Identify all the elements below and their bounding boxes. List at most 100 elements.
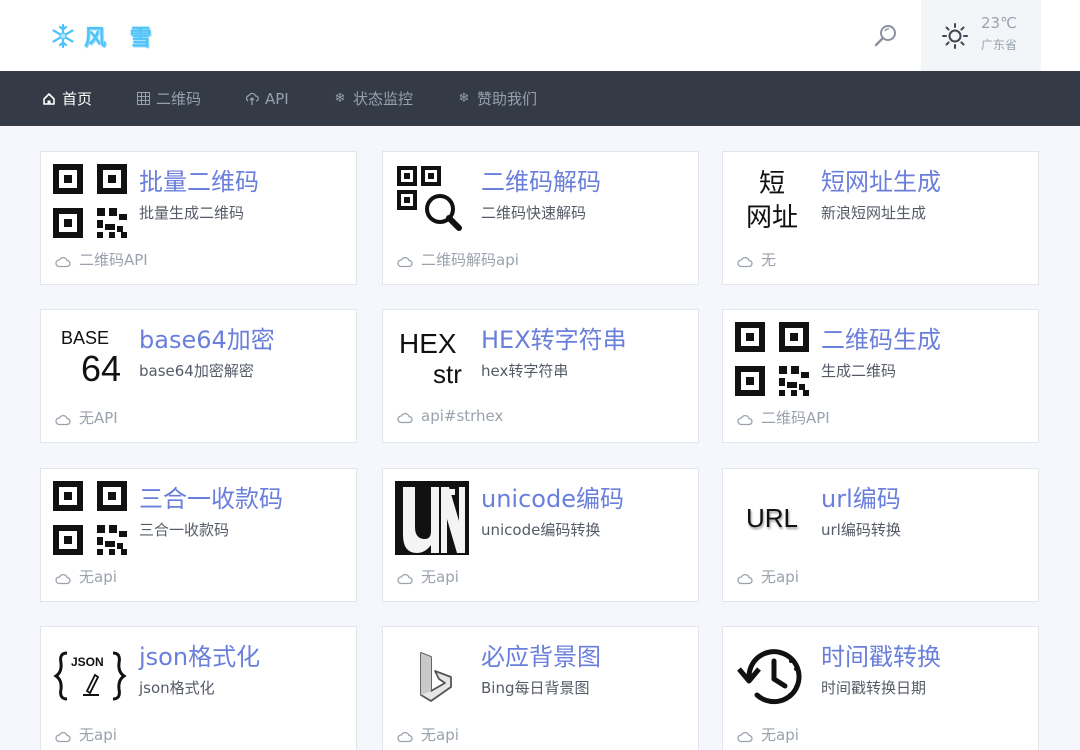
cloud-icon <box>397 571 413 584</box>
nav-label: 状态监控 <box>353 90 414 108</box>
card-title: 必应背景图 <box>481 643 601 671</box>
weather-city: 广东省 <box>981 38 1018 52</box>
cloud-upload-icon <box>245 92 259 106</box>
nav-label: 赞助我们 <box>477 90 538 108</box>
top-header: 风 雪 23℃ 广东省 <box>0 0 1080 71</box>
card-foot: 无api <box>397 566 459 587</box>
card-foot: 无api <box>397 724 459 745</box>
card-desc: Bing每日背景图 <box>481 679 590 697</box>
weather-temperature: 23℃ <box>981 14 1017 32</box>
cloud-icon <box>55 254 71 267</box>
card-desc: 时间戳转换日期 <box>821 679 927 697</box>
card-foot-label: 无api <box>761 568 799 586</box>
json-icon: JSON <box>53 639 127 713</box>
card-base64[interactable]: BASE 64 base64加密 base64加密解密 无API <box>40 309 357 443</box>
card-title: HEX转字符串 <box>481 326 627 354</box>
logo-text: 风 雪 <box>84 26 160 51</box>
card-desc: 生成二维码 <box>821 362 897 380</box>
card-foot-label: 无api <box>761 726 799 744</box>
thumb-text: BASE <box>61 328 110 349</box>
clock-history-icon <box>735 639 809 713</box>
card-title: 时间戳转换 <box>821 643 941 671</box>
card-foot-label: 无API <box>79 409 118 427</box>
main-nav: 首页 二维码 API ❄ 状态监控 ❄ 赞助我们 <box>0 71 1080 126</box>
grid-icon <box>136 92 150 106</box>
thumb-text: 网址 <box>745 202 798 232</box>
nav-item-sponsor[interactable]: ❄ 赞助我们 <box>457 71 537 126</box>
card-batch-qrcode[interactable]: 批量二维码 批量生成二维码 二维码API <box>40 151 357 285</box>
qr-code-icon <box>53 481 127 555</box>
nav-label: API <box>265 89 289 108</box>
card-foot: 二维码API <box>55 249 148 270</box>
card-title: 短网址生成 <box>821 168 941 196</box>
card-foot-label: 无 <box>761 251 777 269</box>
card-desc: json格式化 <box>139 679 215 697</box>
card-foot-label: 无api <box>79 568 117 586</box>
card-title: base64加密 <box>139 326 275 354</box>
card-short-url[interactable]: 短 网址 短网址生成 新浪短网址生成 无 <box>722 151 1039 285</box>
snowflake-icon: ❄ <box>458 91 470 106</box>
qr-search-icon <box>395 164 469 238</box>
nav-label: 二维码 <box>156 90 202 108</box>
card-title: 二维码生成 <box>821 326 941 354</box>
cloud-icon <box>397 254 413 267</box>
bing-logo-icon <box>395 639 469 713</box>
cloud-icon <box>737 571 753 584</box>
thumb-text: JSON <box>71 655 104 669</box>
card-desc: 二维码快速解码 <box>481 204 587 222</box>
card-bing-wallpaper[interactable]: 必应背景图 Bing每日背景图 无api <box>382 626 699 750</box>
card-foot: 无 <box>737 249 776 270</box>
nav-item-home[interactable]: 首页 <box>42 71 92 126</box>
card-title: 二维码解码 <box>481 168 601 196</box>
thumb-text: URL <box>745 502 798 533</box>
card-desc: url编码转换 <box>821 521 901 539</box>
nav-item-qrcode[interactable]: 二维码 <box>136 71 201 126</box>
card-title: 三合一收款码 <box>139 485 283 513</box>
card-desc: 三合一收款码 <box>139 521 230 539</box>
card-foot-label: 无api <box>421 726 459 744</box>
card-foot-label: 二维码API <box>79 251 148 269</box>
cloud-icon <box>397 410 413 424</box>
card-hex[interactable]: HEX str HEX转字符串 hex转字符串 api#strhex <box>382 309 699 443</box>
unicode-logo-icon <box>395 481 469 555</box>
qr-code-icon <box>53 164 127 238</box>
card-desc: hex转字符串 <box>481 362 569 380</box>
card-foot: 无api <box>737 724 799 745</box>
card-foot-label: 二维码API <box>761 409 830 427</box>
site-logo[interactable]: 风 雪 <box>48 20 160 52</box>
card-foot: 无API <box>55 407 118 428</box>
card-foot: api#strhex <box>397 407 503 425</box>
snowflake-icon: ❄ <box>334 91 346 106</box>
card-json-format[interactable]: JSON json格式化 json格式化 无api <box>40 626 357 750</box>
card-unicode[interactable]: unicode编码 unicode编码转换 无api <box>382 468 699 602</box>
card-qrcode-decode[interactable]: 二维码解码 二维码快速解码 二维码解码api <box>382 151 699 285</box>
thumb-text: str <box>433 359 462 390</box>
card-payment-qrcode[interactable]: 三合一收款码 三合一收款码 无api <box>40 468 357 602</box>
card-desc: 新浪短网址生成 <box>821 204 927 222</box>
cloud-icon <box>55 571 71 584</box>
card-url-encode[interactable]: URL url编码 url编码转换 无api <box>722 468 1039 602</box>
card-foot-label: api#strhex <box>421 407 504 425</box>
nav-item-api[interactable]: API <box>245 71 289 126</box>
qr-code-icon <box>735 322 809 396</box>
search-icon <box>874 25 896 47</box>
cloud-icon <box>737 729 753 742</box>
card-title: unicode编码 <box>481 485 624 513</box>
nav-item-status[interactable]: ❄ 状态监控 <box>333 71 413 126</box>
snowflake-logo-icon <box>48 21 78 51</box>
nav-label: 首页 <box>62 90 93 108</box>
url-thumb: URL <box>735 481 809 555</box>
sun-icon <box>941 22 969 50</box>
cloud-icon <box>737 412 753 425</box>
card-desc: unicode编码转换 <box>481 521 601 539</box>
home-icon <box>42 92 56 106</box>
base64-thumb: BASE 64 <box>53 322 127 396</box>
cloud-icon <box>55 412 71 425</box>
weather-widget[interactable]: 23℃ 广东省 <box>921 0 1041 71</box>
card-foot: 无api <box>55 566 117 587</box>
card-qrcode-generate[interactable]: 二维码生成 生成二维码 二维码API <box>722 309 1039 443</box>
thumb-text: 短 <box>758 168 785 199</box>
card-foot: 无api <box>55 724 117 745</box>
card-timestamp[interactable]: 时间戳转换 时间戳转换日期 无api <box>722 626 1039 750</box>
search-button[interactable] <box>872 22 900 50</box>
